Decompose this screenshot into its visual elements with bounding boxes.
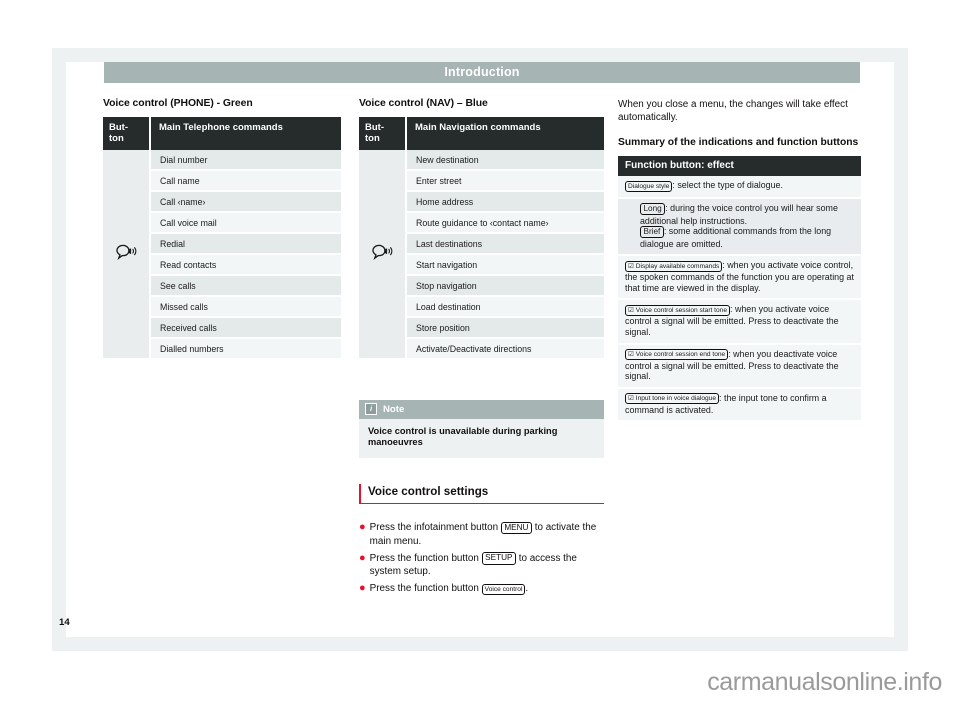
- col-header-button-line2: ton: [365, 133, 380, 144]
- telephone-commands-table: But- ton Main Telephone commands Dial nu…: [103, 117, 341, 358]
- col-header-commands: Main Telephone commands: [151, 117, 341, 150]
- note-body: Voice control is unavailable during park…: [368, 425, 558, 448]
- command-label: Activate/Deactivate directions: [407, 339, 604, 358]
- function-button-chip[interactable]: MENU: [500, 521, 532, 534]
- command-label: Received calls: [151, 318, 341, 339]
- command-label: Dialled numbers: [151, 339, 341, 358]
- function-button-chip[interactable]: Brief: [640, 225, 664, 239]
- command-label: Store position: [407, 318, 604, 339]
- list-item: ● Press the function button Voice control…: [359, 582, 602, 596]
- function-button-row: ☑ Voice control session start tone: when…: [618, 300, 861, 345]
- intro-paragraph: When you close a menu, the changes will …: [618, 99, 848, 123]
- command-label: Dial number: [151, 150, 341, 171]
- voice-control-settings-section: Voice control settings: [359, 484, 604, 505]
- function-button-row: ☑ Voice control session end tone: when y…: [618, 344, 861, 389]
- function-button-chip[interactable]: Voice control: [481, 583, 526, 595]
- command-label: Last destinations: [407, 234, 604, 255]
- page-number: 14: [59, 617, 70, 628]
- function-button-table-header: Function button: effect: [618, 156, 861, 176]
- checkbox-icon: ☑: [628, 262, 634, 270]
- command-label: Read contacts: [151, 255, 341, 276]
- list-item-text: Press the function button Voice control.: [369, 583, 529, 595]
- summary-subheading: Summary of the indications and function …: [618, 137, 859, 148]
- command-label: New destination: [407, 150, 604, 171]
- function-button-description: : during the voice control you will hear…: [640, 203, 838, 226]
- command-label: Load destination: [407, 297, 604, 318]
- function-button-chip[interactable]: ☑ Voice control session end tone: [625, 349, 729, 361]
- column-middle: Voice control (NAV) – Blue But- ton Main…: [359, 98, 604, 358]
- col-header-button-line2: ton: [109, 133, 124, 144]
- left-column-title: Voice control (PHONE) - Green: [103, 98, 253, 109]
- section-rule: [359, 503, 604, 505]
- middle-column-title: Voice control (NAV) – Blue: [359, 98, 488, 109]
- checkbox-icon: ☑: [628, 306, 634, 314]
- button-icon-cell: [103, 150, 151, 358]
- note-label: Note: [383, 403, 405, 415]
- function-button-chip[interactable]: ☑ Voice control session start tone: [625, 304, 731, 316]
- command-label: Missed calls: [151, 297, 341, 318]
- col-header-button: But- ton: [103, 117, 151, 150]
- col-header-button: But- ton: [359, 117, 407, 150]
- list-item-text: Press the function button SETUP to acces…: [369, 552, 577, 577]
- list-item-text: Press the infotainment button MENU to ac…: [369, 521, 597, 547]
- command-label: Start navigation: [407, 255, 604, 276]
- voice-control-icon: [371, 244, 393, 260]
- command-label: Stop navigation: [407, 276, 604, 297]
- settings-steps-list: ● Press the infotainment button MENU to a…: [359, 521, 602, 599]
- function-button-chip[interactable]: Dialogue style: [625, 180, 673, 192]
- column-right: When you close a menu, the changes will …: [618, 98, 861, 421]
- function-button-chip[interactable]: Long: [640, 202, 666, 215]
- watermark: carmanualsonline.info: [707, 668, 942, 696]
- command-label: Call ‹name›: [151, 192, 341, 213]
- table-header-row: But- ton Main Navigation commands: [359, 117, 604, 150]
- bullet-dot-icon: ●: [359, 551, 366, 564]
- function-button-description: : some additional commands from the long…: [640, 226, 832, 249]
- col-header-commands: Main Navigation commands: [407, 117, 604, 150]
- col-header-button-line1: But-: [109, 122, 128, 133]
- function-button-row: ☑ Display available commands: when you a…: [618, 256, 861, 301]
- function-button-chip[interactable]: SETUP: [481, 552, 516, 565]
- table-row: New destination: [359, 150, 604, 358]
- list-item: ● Press the function button SETUP to acce…: [359, 552, 602, 579]
- col-header-button-line1: But-: [365, 122, 384, 133]
- function-button-chip[interactable]: ☑ Display available commands: [625, 260, 723, 272]
- command-label: Redial: [151, 234, 341, 255]
- page-shell: Introduction Voice control (PHONE) - Gre…: [0, 0, 960, 708]
- column-left: Voice control (PHONE) - Green But- ton M…: [103, 98, 341, 358]
- note-header: i Note: [359, 400, 604, 419]
- function-button-row: Dialogue style: select the type of dialo…: [618, 176, 861, 199]
- button-icon-cell: [359, 150, 407, 358]
- function-button-row: ☑ Input tone in voice dialogue: the inpu…: [618, 388, 861, 421]
- function-button-chip[interactable]: ☑ Input tone in voice dialogue: [625, 393, 720, 405]
- command-label: See calls: [151, 276, 341, 297]
- checkbox-icon: ☑: [628, 351, 634, 359]
- function-button-table: Function button: effect Dialogue style: …: [618, 156, 861, 421]
- command-label: Call voice mail: [151, 213, 341, 234]
- voice-control-icon: [115, 244, 137, 260]
- section-title: Voice control settings: [359, 484, 604, 503]
- info-icon: i: [365, 403, 377, 415]
- bullet-dot-icon: ●: [359, 521, 366, 533]
- command-label: Home address: [407, 192, 604, 213]
- navigation-commands-table: But- ton Main Navigation commands New de…: [359, 117, 604, 358]
- command-label: Call name: [151, 171, 341, 192]
- command-label: Route guidance to ‹contact name›: [407, 213, 604, 234]
- function-button-row: Long: during the voice control you will …: [618, 199, 861, 257]
- list-item: ● Press the infotainment button MENU to a…: [359, 521, 602, 548]
- function-button-description: : select the type of dialogue.: [672, 180, 783, 190]
- checkbox-icon: ☑: [628, 395, 634, 403]
- table-row: Dial number: [103, 150, 341, 358]
- note-box: i Note Voice control is unavailable duri…: [359, 400, 604, 458]
- running-head: Introduction: [104, 62, 860, 83]
- bullet-dot-icon: ●: [359, 582, 366, 594]
- command-label: Enter street: [407, 171, 604, 192]
- table-header-row: But- ton Main Telephone commands: [103, 117, 341, 150]
